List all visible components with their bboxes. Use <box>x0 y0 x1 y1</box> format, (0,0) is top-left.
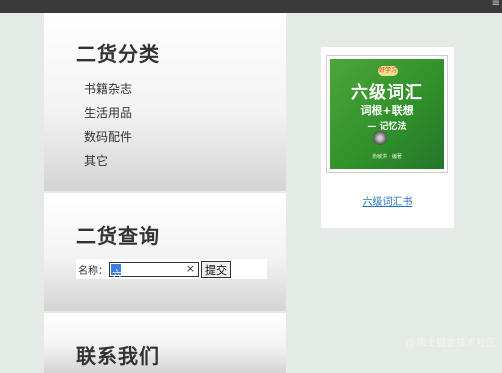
cover-tagline: — 记忆法 <box>367 122 407 132</box>
category-panel: 二货分类 书籍杂志 生活用品 数码配件 其它 <box>44 13 286 191</box>
category-list: 书籍杂志 生活用品 数码配件 其它 <box>84 77 132 173</box>
submit-button[interactable]: 提交 <box>201 260 231 278</box>
top-bar: ≡ <box>0 0 502 13</box>
menu-icon[interactable]: ≡ <box>492 0 500 9</box>
contact-title: 联系我们 <box>76 344 160 368</box>
sidebar: 二货分类 书籍杂志 生活用品 数码配件 其它 二货查询 名称： × 提交 联系我… <box>44 13 286 373</box>
category-title: 二货分类 <box>76 42 160 66</box>
cover-author: 俞敏洪 · 编著 <box>372 154 402 160</box>
cover-title: 六级词汇 <box>351 83 423 103</box>
cover-badge: 好学习 <box>378 66 398 76</box>
clear-icon[interactable]: × <box>186 262 195 275</box>
search-input[interactable] <box>110 266 184 280</box>
product-image[interactable]: 好学习 六级词汇 词根+联想 — 记忆法 俞敏洪 · 编著 <box>326 55 448 173</box>
product-card: 好学习 六级词汇 词根+联想 — 记忆法 俞敏洪 · 编著 六级词汇书 <box>321 47 454 228</box>
category-item-other[interactable]: 其它 <box>84 149 132 173</box>
category-item-digital[interactable]: 数码配件 <box>84 125 132 149</box>
search-label: 名称： <box>78 265 108 277</box>
search-panel: 二货查询 名称： × 提交 <box>44 193 286 311</box>
cd-icon <box>373 131 387 145</box>
search-title: 二货查询 <box>76 224 160 248</box>
contact-panel: 联系我们 <box>44 313 286 373</box>
cover-subtitle: 词根+联想 <box>360 104 414 117</box>
watermark: @稀土掘金技术社区 <box>406 338 496 349</box>
search-form: 名称： × 提交 <box>76 259 267 280</box>
category-item-daily[interactable]: 生活用品 <box>84 101 132 125</box>
search-input-wrapper: × <box>109 261 199 280</box>
book-cover: 好学习 六级词汇 词根+联想 — 记忆法 俞敏洪 · 编著 <box>330 59 444 169</box>
product-link[interactable]: 六级词汇书 <box>321 193 454 208</box>
category-item-books[interactable]: 书籍杂志 <box>84 77 132 101</box>
